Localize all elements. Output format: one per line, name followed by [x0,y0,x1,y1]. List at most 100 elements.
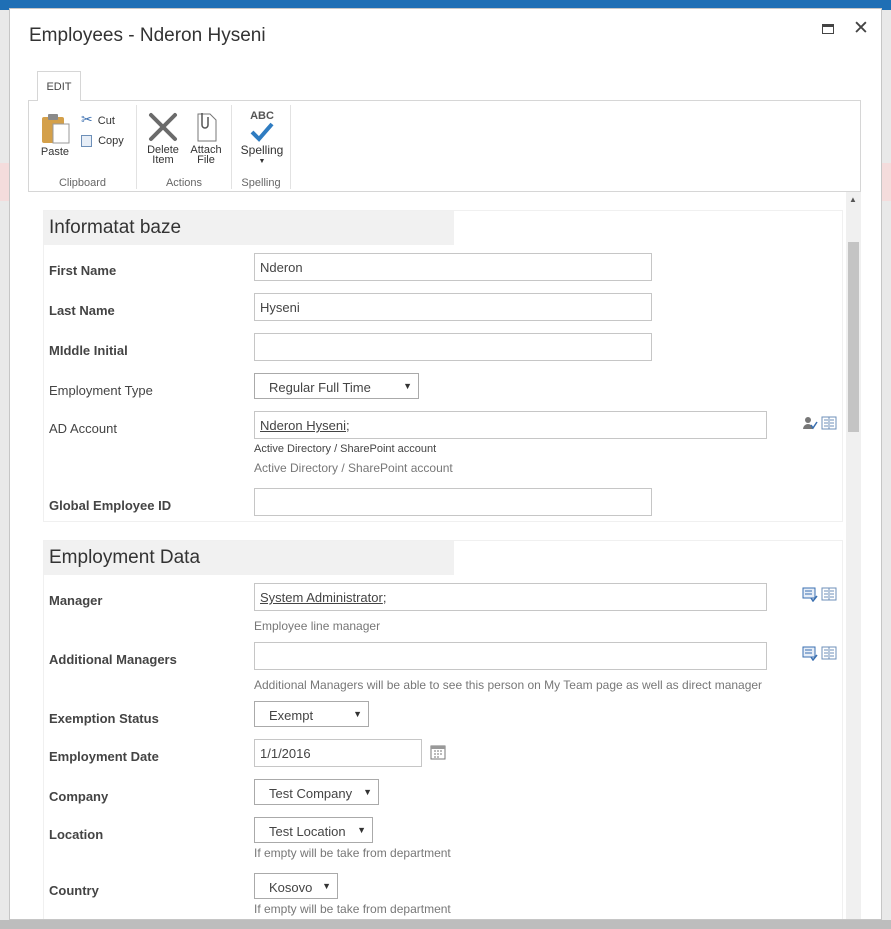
manager-value[interactable]: System Administrator [260,590,383,605]
delete-label-2: Item [152,154,174,166]
ad-account-hint-1: Active Directory / SharePoint account [254,443,437,455]
exemption-status-select[interactable]: Exempt ▼ [254,701,369,727]
delete-item-button[interactable]: Delete Item [145,111,181,166]
middle-initial-input[interactable] [254,333,652,361]
location-label: Location [49,827,104,842]
location-value: Test Location [269,824,346,839]
scissors-icon: ✂ [81,111,93,127]
delete-icon [149,113,177,141]
additional-managers-picker[interactable] [254,642,767,670]
attach-label-2: File [197,154,215,166]
last-name-value: Hyseni [260,300,300,315]
paste-button[interactable]: Paste [33,111,77,158]
manager-hint: Employee line manager [254,619,381,633]
actions-group-label: Actions [165,177,203,189]
spelling-group-label: Spelling [241,177,281,189]
calendar-icon[interactable] [430,744,446,765]
ad-account-value[interactable]: Nderon Hyseni [260,418,346,433]
maximize-button[interactable] [818,19,838,39]
section-basic-info: Informatat baze First Name Nderon Last N… [43,210,843,522]
attach-file-icon [197,113,217,142]
global-employee-id-label: Global Employee ID [49,498,172,513]
first-name-label: First Name [49,263,117,278]
check-names-icon[interactable] [802,645,818,666]
copy-icon [81,135,92,148]
dropdown-arrow-icon: ▼ [403,381,412,391]
close-icon: ✕ [853,18,869,39]
dropdown-arrow-icon: ▼ [353,709,362,719]
spelling-button-label: Spelling [240,143,284,157]
last-name-input[interactable]: Hyseni [254,293,652,321]
browse-directory-icon[interactable] [821,415,837,436]
browse-directory-icon[interactable] [821,645,837,666]
ad-account-separator: ; [346,418,350,433]
employment-date-value: 1/1/2016 [260,746,311,761]
scrollbar-thumb[interactable] [848,242,859,432]
ribbon-group-clipboard: Paste ✂ Cut Copy Clipboard [29,105,137,189]
background-page-right [882,10,891,920]
manager-label: Manager [49,593,103,608]
checkmark-icon [250,122,274,142]
ad-account-picker[interactable]: Nderon Hyseni; [254,411,767,439]
maximize-icon [822,24,834,34]
location-hint: If empty will be take from department [254,846,451,860]
employment-date-label: Employment Date [49,749,159,764]
close-button[interactable]: ✕ [851,19,871,39]
cut-button[interactable]: ✂ Cut [81,111,115,128]
background-banner-left [0,163,9,201]
company-value: Test Company [269,786,353,801]
company-select[interactable]: Test Company ▼ [254,779,379,805]
tab-edit[interactable]: EDIT [37,71,81,101]
browse-directory-icon[interactable] [821,586,837,607]
ad-account-label: AD Account [49,421,117,436]
additional-managers-label: Additional Managers [49,652,177,667]
abc-label: ABC [250,110,274,122]
manager-picker[interactable]: System Administrator; [254,583,767,611]
vertical-scrollbar[interactable]: ▲ [846,192,861,919]
ribbon: Paste ✂ Cut Copy Clipboard Delete Item A… [28,100,861,192]
chevron-down-icon: ▼ [258,158,266,165]
dialog-title: Employees - Nderon Hyseni [29,25,266,46]
global-employee-id-input[interactable] [254,488,652,516]
copy-button[interactable]: Copy [81,135,124,148]
ribbon-group-actions: Delete Item Attach File Actions [137,105,232,189]
spelling-button[interactable]: ABC Spelling ▼ [237,111,287,167]
dropdown-arrow-icon: ▼ [322,881,331,891]
employment-type-label: Employment Type [49,383,153,398]
country-label: Country [49,883,99,898]
employment-type-value: Regular Full Time [269,380,371,395]
ad-account-hint-2: Active Directory / SharePoint account [254,461,453,475]
country-hint: If empty will be take from department [254,902,451,916]
employment-date-input[interactable]: 1/1/2016 [254,739,422,767]
dropdown-arrow-icon: ▼ [357,825,366,835]
country-value: Kosovo [269,880,313,895]
section-heading: Employment Data [44,541,454,575]
last-name-label: Last Name [49,303,115,318]
section-heading: Informatat baze [44,211,454,245]
check-names-icon[interactable] [802,415,818,436]
first-name-input[interactable]: Nderon [254,253,652,281]
clipboard-group-label: Clipboard [58,177,107,189]
cut-label: Cut [97,115,115,127]
employment-type-select[interactable]: Regular Full Time ▼ [254,373,419,399]
exemption-status-label: Exemption Status [49,711,159,726]
dropdown-arrow-icon: ▼ [363,787,372,797]
check-names-icon[interactable] [802,586,818,607]
scroll-up-icon[interactable]: ▲ [849,195,857,204]
background-bottom [0,920,891,929]
copy-label: Copy [98,135,124,147]
middle-initial-label: MIddle Initial [49,343,128,358]
background-banner-right [882,163,891,201]
first-name-value: Nderon [260,260,303,275]
background-page-left [0,10,9,920]
section-employment-data: Employment Data Manager System Administr… [43,540,843,919]
location-select[interactable]: Test Location ▼ [254,817,373,843]
paste-label: Paste [40,146,70,158]
attach-file-button[interactable]: Attach File [187,111,225,166]
paste-icon [42,114,70,144]
exemption-status-value: Exempt [269,708,314,723]
country-select[interactable]: Kosovo ▼ [254,873,338,899]
manager-separator: ; [382,590,387,605]
form-scroll-area[interactable]: Informatat baze First Name Nderon Last N… [28,192,861,919]
edit-item-dialog: Employees - Nderon Hyseni ✕ EDIT Paste ✂… [9,8,882,920]
